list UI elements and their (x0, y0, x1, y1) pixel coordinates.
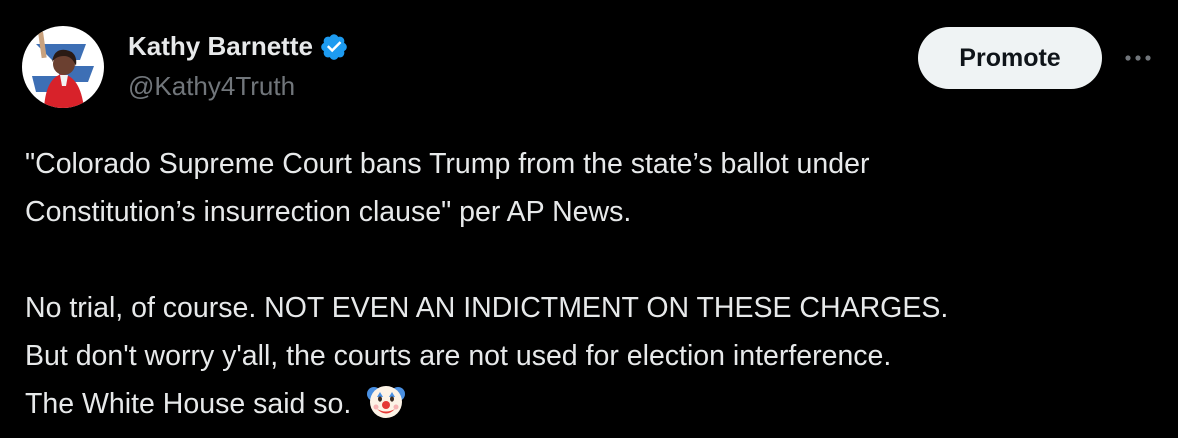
tweet-line: Constitution’s insurrection clause" per … (25, 196, 632, 228)
author-handle[interactable]: @Kathy4Truth (128, 71, 295, 102)
avatar-image (22, 26, 104, 108)
tweet-line: No trial, of course. NOT EVEN AN INDICTM… (25, 292, 949, 324)
author-name-row: Kathy Barnette (128, 31, 349, 62)
clown-face-emoji (365, 380, 407, 422)
author-display-name[interactable]: Kathy Barnette (128, 31, 313, 62)
tweet-line: "Colorado Supreme Court bans Trump from … (25, 148, 870, 180)
verified-badge-icon[interactable] (319, 32, 349, 62)
tweet-line: But don't worry y'all, the courts are no… (25, 340, 892, 372)
tweet-line: The White House said so. (25, 388, 352, 420)
tweet-paragraph-2: No trial, of course. NOT EVEN AN INDICTM… (25, 284, 1145, 428)
more-options-icon[interactable] (1120, 40, 1156, 76)
tweet-text: "Colorado Supreme Court bans Trump from … (25, 140, 1145, 428)
tweet-card: Kathy Barnette @Kathy4Truth Promote "Col… (0, 0, 1178, 438)
tweet-paragraph-1: "Colorado Supreme Court bans Trump from … (25, 140, 1145, 236)
promote-button[interactable]: Promote (918, 27, 1102, 89)
avatar[interactable] (22, 26, 104, 108)
